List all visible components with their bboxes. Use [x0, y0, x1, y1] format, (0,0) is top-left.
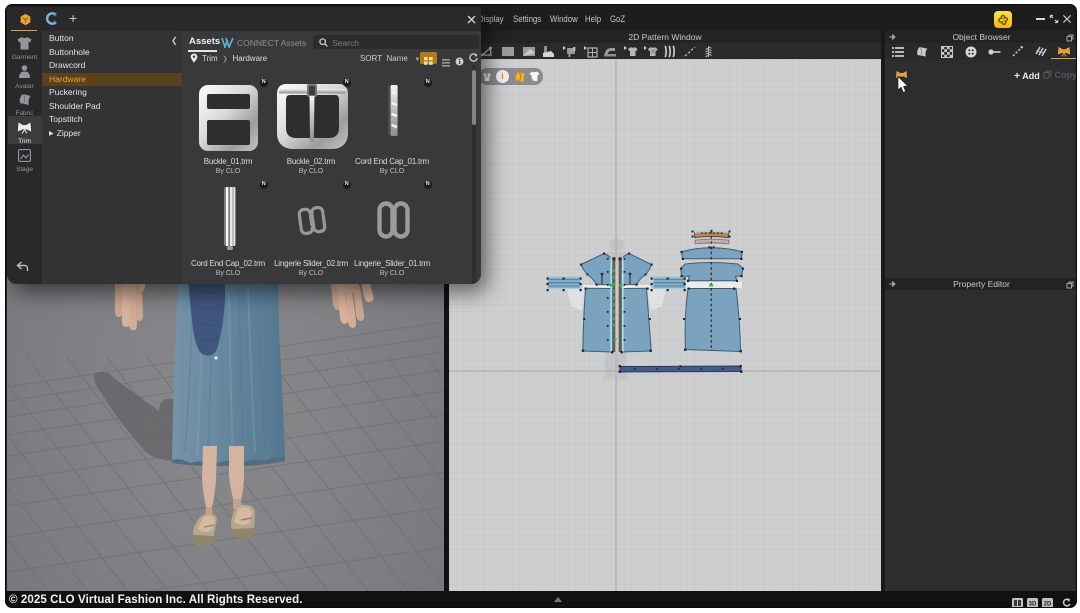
svg-text:2D: 2D [1044, 601, 1052, 607]
svg-text:3D: 3D [1029, 601, 1037, 607]
